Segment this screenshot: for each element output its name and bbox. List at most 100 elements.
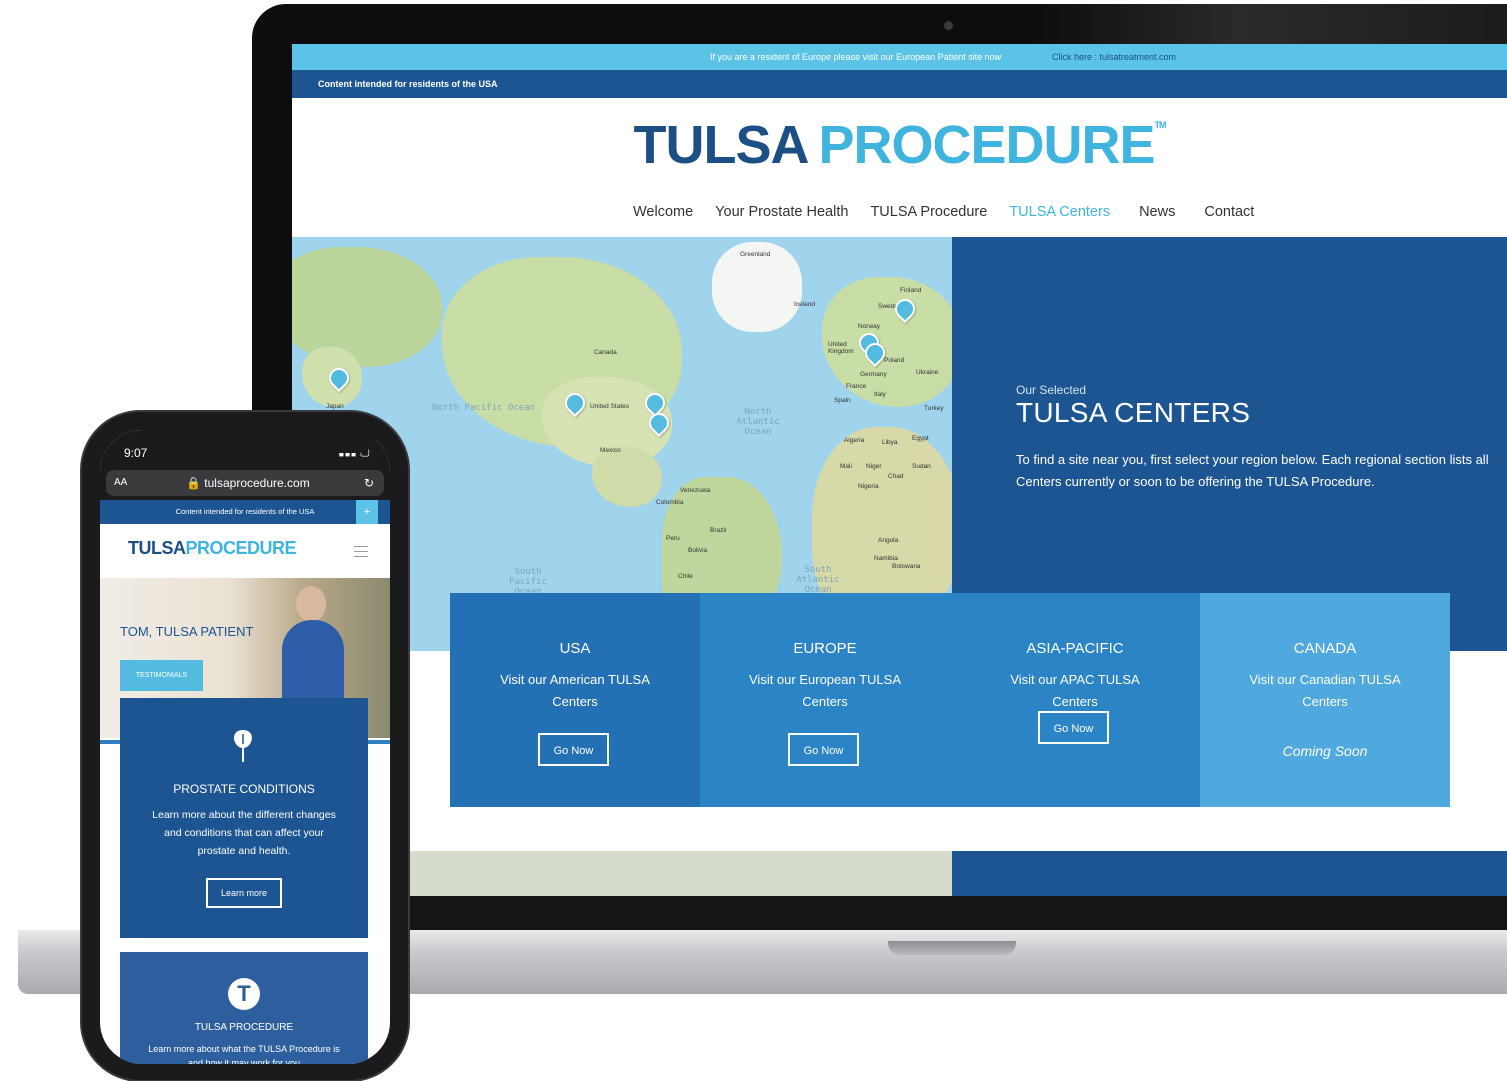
phone-content-notice-text: Content intended for residents of the US… bbox=[175, 507, 315, 516]
testimonials-button[interactable]: TESTIMONIALS bbox=[120, 660, 203, 691]
phone-content-notice: Content intended for residents of the US… bbox=[100, 500, 390, 524]
nav-news[interactable]: News bbox=[1121, 204, 1186, 226]
laptop-notch bbox=[888, 941, 1016, 955]
learn-more-button[interactable]: Learn more bbox=[206, 878, 282, 908]
map-label: Niger bbox=[866, 463, 882, 470]
nav-tulsa-centers[interactable]: TULSA Centers bbox=[998, 204, 1121, 226]
site-logo[interactable]: TULSA PROCEDURETM bbox=[292, 114, 1507, 176]
phone-url-bar: AA 🔒 tulsaprocedure.com ↻ bbox=[100, 466, 390, 500]
region-title: ASIA-PACIFIC bbox=[1026, 640, 1124, 657]
tulsa-t-icon: T bbox=[228, 978, 260, 1010]
nav-prostate-health[interactable]: Your Prostate Health bbox=[704, 204, 859, 226]
region-desc: Visit our Canadian TULSA Centers bbox=[1249, 672, 1401, 709]
text-size-button[interactable]: AA bbox=[114, 470, 127, 496]
region-card-usa: USA Visit our American TULSA Centers Go … bbox=[450, 593, 700, 807]
map-label: Namibia bbox=[874, 555, 898, 562]
url-value: tulsaprocedure.com bbox=[204, 476, 310, 490]
address-field[interactable]: AA 🔒 tulsaprocedure.com ↻ bbox=[106, 470, 384, 496]
laptop-chin bbox=[252, 895, 1507, 933]
europe-banner-message: If you are a resident of Europe please v… bbox=[710, 52, 1002, 62]
map-label: Venezuela bbox=[680, 487, 711, 494]
hamburger-menu-icon[interactable] bbox=[354, 546, 368, 557]
expand-button[interactable]: + bbox=[356, 500, 378, 524]
hero-caption: TOM, TULSA PATIENT bbox=[120, 624, 254, 639]
nav-contact[interactable]: Contact bbox=[1186, 204, 1265, 226]
phone-time: 9:07 bbox=[124, 446, 148, 460]
phone-logo-part1: TULSA bbox=[128, 538, 186, 558]
reload-icon[interactable]: ↻ bbox=[364, 470, 374, 496]
map-label: Libya bbox=[882, 439, 898, 446]
map-label: Brazil bbox=[710, 527, 727, 534]
map-label: Mali bbox=[840, 463, 852, 470]
map-label: Bolivia bbox=[688, 547, 708, 554]
nav-welcome[interactable]: Welcome bbox=[622, 204, 704, 226]
map-label: Chile bbox=[678, 573, 693, 580]
map-label: Greenland bbox=[740, 251, 771, 258]
main-nav: Welcome Your Prostate Health TULSA Proce… bbox=[622, 204, 1265, 226]
map-label: France bbox=[846, 383, 867, 390]
phone-screen: 9:07 ▮▮▮ ▢ AA 🔒 tulsaprocedure.com ↻ Con… bbox=[100, 430, 390, 1064]
map-label: Mexico bbox=[600, 447, 621, 454]
map-label: Iceland bbox=[794, 301, 815, 308]
go-now-button[interactable]: Go Now bbox=[788, 733, 859, 766]
region-title: USA bbox=[559, 640, 591, 657]
map-label: Egypt bbox=[912, 435, 929, 442]
region-title: CANADA bbox=[1293, 640, 1357, 657]
desktop-screen: If you are a resident of Europe please v… bbox=[292, 44, 1507, 896]
go-now-button[interactable]: Go Now bbox=[1038, 711, 1109, 744]
card-description: Learn more about the different changes a… bbox=[152, 809, 336, 857]
map-label: Chad bbox=[888, 473, 904, 480]
region-desc: Visit our European TULSA Centers bbox=[749, 672, 901, 709]
patient-head bbox=[296, 586, 326, 622]
region-card-asia-pacific: ASIA-PACIFIC Visit our APAC TULSA Center… bbox=[950, 593, 1200, 807]
phone-notch bbox=[158, 426, 408, 458]
prostate-conditions-card: PROSTATE CONDITIONS Learn more about the… bbox=[120, 698, 368, 938]
centers-eyebrow: Our Selected bbox=[1016, 383, 1087, 397]
region-card-europe: EUROPE Visit our European TULSA Centers … bbox=[700, 593, 950, 807]
map-label: Canada bbox=[594, 349, 617, 356]
map-label: Algeria bbox=[844, 437, 865, 444]
map-land-mexico bbox=[592, 447, 662, 507]
tulsa-procedure-card: T TULSA PROCEDURE Learn more about what … bbox=[120, 952, 368, 1064]
url-text: 🔒 tulsaprocedure.com bbox=[186, 470, 310, 496]
map-label: Japan bbox=[326, 403, 344, 410]
coming-soon-label: Coming Soon bbox=[1282, 743, 1368, 759]
card-title: PROSTATE CONDITIONS bbox=[173, 782, 315, 796]
logo-part2: PROCEDURE bbox=[818, 115, 1155, 175]
centers-panel: Our Selected TULSA CENTERS To find a sit… bbox=[952, 237, 1507, 651]
phone-logo-part2: PROCEDURE bbox=[185, 538, 297, 558]
centers-text: To find a site near you, first select yo… bbox=[1016, 452, 1489, 489]
nav-tulsa-procedure[interactable]: TULSA Procedure bbox=[859, 204, 998, 226]
map-label: Peru bbox=[666, 535, 680, 542]
logo-trademark: TM bbox=[1154, 120, 1167, 130]
map-label: Finland bbox=[900, 287, 922, 294]
phone-logo[interactable]: TULSAPROCEDURE bbox=[128, 538, 297, 559]
ocean-label: North Atlantic Ocean bbox=[736, 407, 780, 437]
region-card-canada: CANADA Visit our Canadian TULSA Centers … bbox=[1200, 593, 1450, 807]
prostate-icon bbox=[234, 730, 252, 762]
region-desc: Visit our American TULSA Centers bbox=[500, 672, 650, 709]
europe-banner: If you are a resident of Europe please v… bbox=[292, 44, 1507, 70]
lock-icon: 🔒 bbox=[186, 476, 201, 490]
card-title: TULSA PROCEDURE bbox=[194, 1022, 294, 1033]
map-label: Spain bbox=[834, 397, 851, 404]
centers-title: TULSA CENTERS bbox=[1016, 397, 1251, 428]
map-label: Botswana bbox=[892, 563, 921, 570]
map-label: Italy bbox=[874, 391, 886, 398]
logo-part1: TULSA bbox=[633, 115, 809, 175]
region-desc: Visit our APAC TULSA Centers bbox=[1010, 672, 1140, 709]
card-description: Learn more about what the TULSA Procedur… bbox=[148, 1044, 340, 1064]
map-label: Ukraine bbox=[916, 369, 939, 376]
europe-banner-link[interactable]: Click here : tulsatreatment.com bbox=[1052, 44, 1176, 70]
ocean-label: North Pacific Ocean bbox=[432, 403, 535, 413]
ocean-label: South Atlantic Ocean bbox=[796, 565, 840, 595]
map-label: Angola bbox=[878, 537, 899, 544]
map-label: Nigeria bbox=[858, 483, 879, 490]
map-label: Norway bbox=[858, 323, 881, 330]
content-notice-bar: Content intended for residents of the US… bbox=[292, 70, 1507, 98]
map-label: Turkey bbox=[924, 405, 944, 412]
lower-blue-strip bbox=[952, 851, 1507, 896]
content-notice: Content intended for residents of the US… bbox=[318, 79, 498, 89]
go-now-button[interactable]: Go Now bbox=[538, 733, 609, 766]
map-label: Poland bbox=[884, 357, 905, 364]
